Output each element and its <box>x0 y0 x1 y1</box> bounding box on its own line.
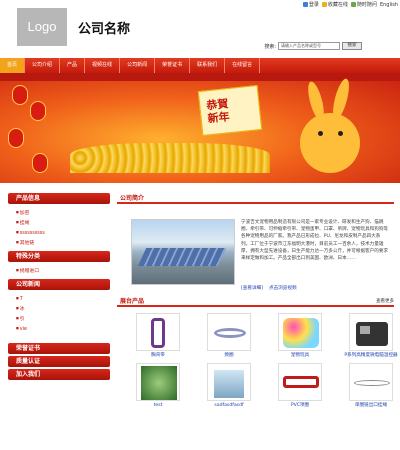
product-card[interactable]: 单圈链出口挂绳 <box>342 363 400 409</box>
sidebar-item[interactable]: 挂绳 <box>16 218 110 228</box>
greeting-text: 恭賀 新年 <box>205 97 231 126</box>
toy-icon <box>283 318 319 348</box>
nav-news[interactable]: 公司新闻 <box>120 58 156 73</box>
factory-photo <box>131 219 235 285</box>
company-news-heading[interactable]: 公司新闻 <box>8 279 110 290</box>
statue-photo <box>141 366 177 400</box>
star-icon <box>321 2 327 7</box>
nav-home[interactable]: 首页 <box>0 58 26 73</box>
product-name[interactable]: 颈圈 <box>200 353 258 359</box>
search-button[interactable]: 搜索 <box>342 42 362 50</box>
more-products-link[interactable]: 查看更多 <box>376 296 394 307</box>
company-profile-section: 公司简介 宁波吉文宠物用品制造有限公司是一家专业设计、研发和生产狗、猫跳圈、牵引… <box>117 193 394 291</box>
factory-roof <box>137 248 227 266</box>
nav-contact[interactable]: 联系我们 <box>190 58 226 73</box>
product-name[interactable]: sadfasdfasdf <box>200 403 258 409</box>
profile-links: [查看详细] 点击浏览视频 <box>241 285 297 291</box>
view-details-link[interactable]: [查看详细] <box>241 285 263 291</box>
products-title: 展台产品 查看更多 <box>117 296 394 307</box>
product-image[interactable] <box>207 313 251 351</box>
sidebar-item[interactable]: 加密 <box>16 208 110 218</box>
product-card[interactable]: 颈圈 <box>200 313 258 359</box>
sidebar: 产品信息 加密 挂绳 ssssssssss 其他链 特殊分类 捐赠进口 公司新闻… <box>8 193 110 450</box>
product-card[interactable]: PVC项圈 <box>271 363 329 409</box>
special-category-list: 捐赠进口 <box>8 264 110 279</box>
product-info-heading[interactable]: 产品信息 <box>8 193 110 204</box>
lanyard-icon <box>354 380 390 386</box>
product-name[interactable]: P系列高精度微电脑温控器 <box>342 353 400 359</box>
product-image[interactable] <box>349 313 393 351</box>
banner-top-strip <box>0 73 400 81</box>
rabbit-eye <box>338 131 343 136</box>
nav-message[interactable]: 在线留言 <box>225 58 261 73</box>
rabbit-eye <box>318 131 323 136</box>
product-image[interactable] <box>278 313 322 351</box>
new-year-banner: 恭賀 新年 <box>0 73 400 183</box>
main-content: 公司简介 宁波吉文宠物用品制造有限公司是一家专业设计、研发和生产狗、猫跳圈、牵引… <box>117 193 398 450</box>
product-name[interactable]: 胸背带 <box>129 353 187 359</box>
nav-video[interactable]: 视频在线 <box>85 58 121 73</box>
product-image[interactable] <box>136 313 180 351</box>
sidebar-item[interactable]: 其他链 <box>16 238 110 248</box>
news-item[interactable]: 冰 <box>16 304 110 314</box>
company-name: 公司名称 <box>78 22 131 37</box>
login-link[interactable]: 登录 <box>302 1 319 8</box>
view-video-link[interactable]: 点击浏览视频 <box>269 285 297 291</box>
product-name[interactable]: test <box>129 403 187 409</box>
news-item[interactable]: vie <box>16 324 110 334</box>
lantern-icon <box>32 153 48 173</box>
collar-icon <box>283 376 319 388</box>
join-us-heading[interactable]: 加入我们 <box>8 369 110 380</box>
product-card[interactable]: 胸背带 <box>129 313 187 359</box>
product-card[interactable]: 宠物玩具 <box>271 313 329 359</box>
lantern-icon <box>12 85 28 105</box>
product-grid: 胸背带 颈圈 宠物玩具 P系列高精度微电脑温控器 test sadfasdfas… <box>117 307 398 409</box>
product-image[interactable] <box>136 363 180 401</box>
special-category-heading[interactable]: 特殊分类 <box>8 251 110 262</box>
nav-products[interactable]: 产品 <box>60 58 86 73</box>
site-header: Logo 公司名称 登录 收藏在线 随时随问 English 搜索: 搜索 <box>0 0 400 58</box>
english-link[interactable]: English <box>380 2 398 8</box>
user-icon <box>302 2 308 7</box>
product-image[interactable] <box>349 363 393 401</box>
search-bar: 搜索: 搜索 <box>264 42 362 50</box>
contact-link[interactable]: 随时随问 <box>350 1 377 8</box>
honor-heading[interactable]: 荣誉证书 <box>8 343 110 354</box>
product-name[interactable]: PVC项圈 <box>271 403 329 409</box>
greeting-card: 恭賀 新年 <box>197 84 263 137</box>
product-card[interactable]: P系列高精度微电脑温控器 <box>342 313 400 359</box>
quality-heading[interactable]: 质量认证 <box>8 356 110 367</box>
company-profile-text: 宁波吉文宠物用品制造有限公司是一家专业设计、研发和生产狗、猫跳圈、牵引带、可伸缩… <box>241 220 389 262</box>
search-label: 搜索: <box>264 43 276 50</box>
news-item[interactable]: 7 <box>16 294 110 304</box>
nav-honors[interactable]: 荣誉证书 <box>155 58 191 73</box>
person-photo <box>214 370 244 398</box>
lantern-icon <box>30 101 46 121</box>
collar-icon <box>214 328 246 338</box>
product-name[interactable]: 宠物玩具 <box>271 353 329 359</box>
product-card[interactable]: test <box>129 363 187 409</box>
product-image[interactable] <box>207 363 251 401</box>
chat-icon <box>350 2 356 7</box>
favorite-link[interactable]: 收藏在线 <box>321 1 348 8</box>
news-list: 7 冰 引 vie <box>8 292 110 337</box>
search-input[interactable] <box>278 42 340 50</box>
product-card[interactable]: sadfasdfasdf <box>200 363 258 409</box>
nav-about[interactable]: 公司介绍 <box>25 58 61 73</box>
product-category-list: 加密 挂绳 ssssssssss 其他链 <box>8 206 110 251</box>
sidebar-item[interactable]: 捐赠进口 <box>16 266 110 276</box>
logo[interactable]: Logo <box>17 8 67 46</box>
product-image[interactable] <box>278 363 322 401</box>
news-item[interactable]: 引 <box>16 314 110 324</box>
gold-coins-pile <box>70 143 270 173</box>
sidebar-item[interactable]: ssssssssss <box>16 228 110 238</box>
lantern-icon <box>8 128 24 148</box>
harness-icon <box>151 318 165 348</box>
company-profile-title: 公司简介 <box>117 193 394 204</box>
main-nav: 首页 公司介绍 产品 视频在线 公司新闻 荣誉证书 联系我们 在线留言 <box>0 58 400 73</box>
rabbit-mascot <box>300 113 360 173</box>
top-links: 登录 收藏在线 随时随问 English <box>302 1 398 8</box>
product-name[interactable]: 单圈链出口挂绳 <box>342 403 400 409</box>
